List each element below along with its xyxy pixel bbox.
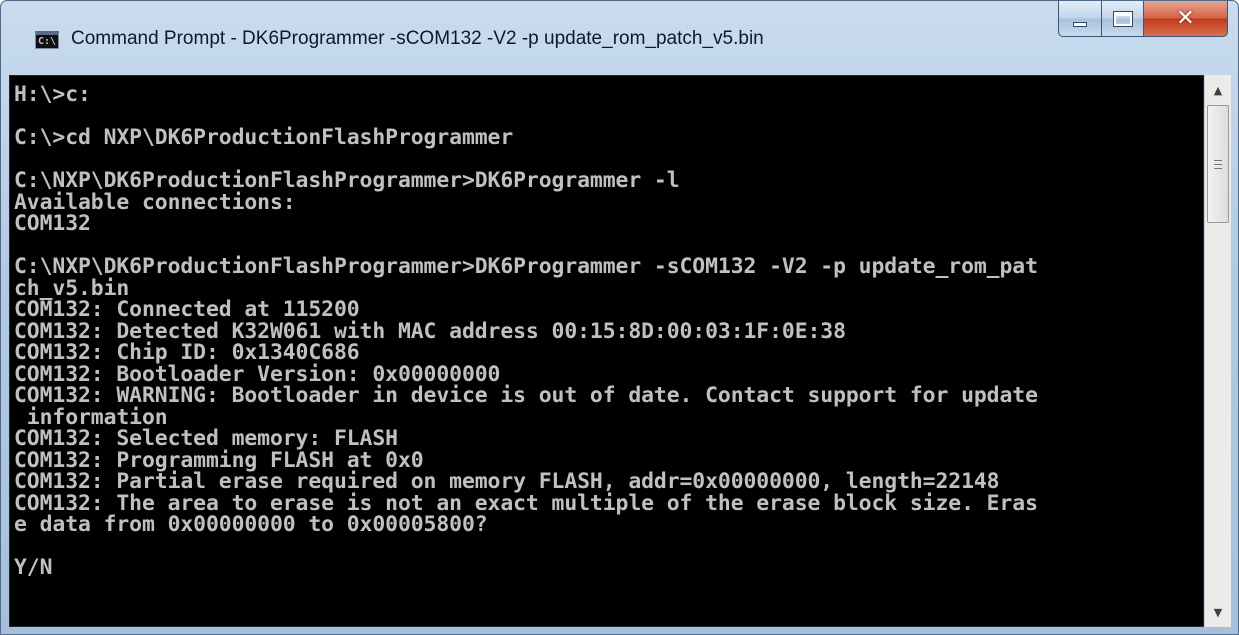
- console-line: COM132: WARNING: Bootloader in device is…: [14, 383, 1038, 408]
- scroll-up-button[interactable]: ▲: [1205, 75, 1231, 105]
- console-line: C:\>cd NXP\DK6ProductionFlashProgrammer: [14, 125, 514, 150]
- window-title: Command Prompt - DK6Programmer -sCOM132 …: [71, 28, 764, 49]
- console-line: Y/N: [14, 555, 53, 580]
- console-line: COM132: Connected at 115200: [14, 297, 360, 322]
- close-icon: ✕: [1176, 6, 1195, 31]
- console-line: COM132: Programming FLASH at 0x0: [14, 447, 424, 473]
- console-line: COM132: Selected memory: FLASH: [14, 426, 398, 451]
- console-line: C:\NXP\DK6ProductionFlashProgrammer>DK6P…: [14, 254, 1038, 279]
- maximize-icon: [1112, 10, 1133, 27]
- console-line: COM132: Chip ID: 0x1340C686: [14, 340, 360, 365]
- console-line: information: [14, 404, 168, 430]
- caption-buttons: ✕: [1058, 1, 1228, 37]
- console-output[interactable]: H:\>c: C:\>cd NXP\DK6ProductionFlashProgr…: [9, 75, 1204, 627]
- close-button[interactable]: ✕: [1144, 1, 1228, 37]
- title-bar[interactable]: C:\ Command Prompt - DK6Programmer -sCOM…: [1, 1, 1238, 75]
- console-line: COM132: Detected K32W061 with MAC addres…: [14, 318, 846, 344]
- console-line: COM132: The area to erase is not an exac…: [14, 490, 1038, 516]
- console-line: ch_v5.bin: [14, 275, 130, 301]
- scroll-down-button[interactable]: ▼: [1205, 597, 1231, 627]
- arrow-down-icon: ▼: [1213, 605, 1223, 619]
- minimize-button[interactable]: [1058, 1, 1102, 37]
- grip-icon: [1214, 159, 1222, 169]
- console-line: COM132: [14, 211, 91, 236]
- console-line: e data from 0x00000000 to 0x00005800?: [14, 512, 488, 537]
- maximize-button[interactable]: [1102, 1, 1144, 37]
- console-line: H:\>c:: [14, 82, 91, 107]
- minimize-icon: [1073, 22, 1087, 27]
- arrow-up-icon: ▲: [1213, 83, 1223, 97]
- scrollbar-thumb[interactable]: [1207, 105, 1229, 223]
- console-text: H:\>c: C:\>cd NXP\DK6ProductionFlashProgr…: [14, 84, 1038, 579]
- console-line: C:\NXP\DK6ProductionFlashProgrammer>DK6P…: [14, 168, 680, 193]
- command-prompt-window: C:\ Command Prompt - DK6Programmer -sCOM…: [0, 0, 1239, 635]
- vertical-scrollbar[interactable]: ▲ ▼: [1204, 75, 1231, 627]
- command-prompt-icon[interactable]: C:\: [35, 31, 59, 49]
- console-line: COM132: Bootloader Version: 0x00000000: [14, 361, 501, 387]
- console-line: Available connections:: [14, 189, 296, 215]
- console-line: COM132: Partial erase required on memory…: [14, 469, 1000, 494]
